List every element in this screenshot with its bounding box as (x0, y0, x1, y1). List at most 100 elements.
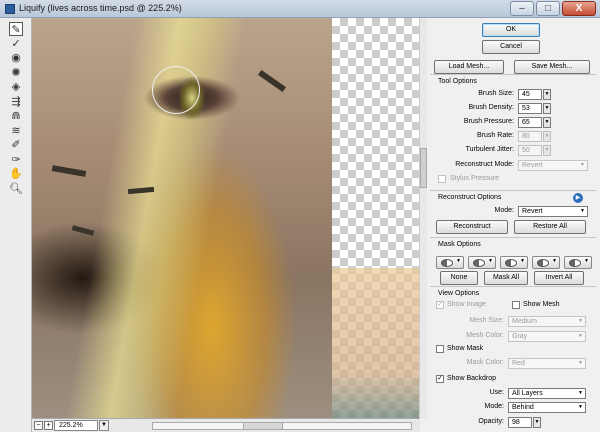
brush-density-label: Brush Density: (468, 104, 514, 111)
zoom-in-button[interactable]: + (44, 421, 53, 430)
mask-intersect-icon (537, 259, 549, 267)
mask-none-button[interactable]: None (440, 271, 478, 285)
brush-size-label: Brush Size: (478, 90, 514, 97)
reconstruct-options-mode-select[interactable]: Revert ▼ (518, 206, 588, 217)
push-left-tool-icon[interactable]: ⇶ (9, 95, 23, 109)
zoom-level-field[interactable]: 225.2% (54, 420, 98, 431)
show-mask-label: Show Mask (447, 345, 484, 352)
brush-rate-dropdown[interactable]: ▼ (543, 131, 551, 142)
pucker-tool-icon[interactable]: ✺ (9, 66, 23, 80)
backdrop-layer (332, 268, 420, 418)
bloat-tool-icon[interactable]: ◈ (9, 80, 23, 94)
brush-density-dropdown[interactable]: ▼ (543, 103, 551, 114)
backdrop-opacity-dropdown[interactable]: ▼ (533, 417, 541, 428)
backdrop-mode-select[interactable]: Behind ▼ (508, 402, 586, 413)
brush-cursor (152, 66, 200, 114)
restore-all-button[interactable]: Restore All (514, 220, 586, 234)
turbulent-jitter-dropdown[interactable]: ▼ (543, 145, 551, 156)
show-image-checkbox[interactable]: ✓ (436, 301, 444, 309)
maximize-button[interactable]: □ (536, 1, 560, 16)
chevron-down-icon: ▼ (552, 258, 557, 264)
title-bar[interactable]: Liquify (lives across time.psd @ 225.2%)… (0, 0, 600, 18)
hand-tool-icon[interactable]: ✋ (9, 167, 23, 181)
backdrop-mode-value: Behind (512, 404, 534, 411)
stylus-pressure-checkbox[interactable] (438, 175, 446, 183)
close-button[interactable]: X (562, 1, 596, 16)
chevron-down-icon: ▼ (578, 390, 583, 396)
mesh-color-value: Gray (512, 333, 528, 340)
brush-size-input[interactable]: 45 (518, 89, 542, 100)
reconstruct-mode-label: Reconstruct Mode: (455, 161, 514, 168)
invert-all-button[interactable]: Invert All (534, 271, 584, 285)
chevron-down-icon: ▼ (580, 208, 585, 214)
brush-size-dropdown[interactable]: ▼ (543, 89, 551, 100)
chevron-down-icon: ▼ (578, 318, 583, 324)
mesh-color-label: Mesh Color: (466, 332, 504, 339)
mask-color-select[interactable]: Red ▼ (508, 358, 586, 369)
horizontal-scrollbar[interactable] (152, 422, 412, 430)
load-mesh-button[interactable]: Load Mesh... (434, 60, 504, 74)
ok-button[interactable]: OK (482, 23, 540, 37)
mesh-color-select[interactable]: Gray ▼ (508, 331, 586, 342)
replace-selection-mask-button[interactable]: ▼ (436, 256, 464, 269)
brush-density-input[interactable]: 53 (518, 103, 542, 114)
reconstruct-options-mode-value: Revert (522, 208, 543, 215)
backdrop-mode-label: Mode: (484, 403, 504, 410)
subtract-from-selection-mask-button[interactable]: ▼ (500, 256, 528, 269)
minimize-button[interactable]: – (510, 1, 534, 16)
zoom-dropdown[interactable]: ▼ (99, 420, 109, 431)
reconstruct-tool-icon[interactable]: ✓ (9, 37, 23, 51)
freeze-mask-tool-icon[interactable]: ✐ (9, 138, 23, 152)
brush-rate-input[interactable]: 80 (518, 131, 542, 142)
intersect-selection-mask-button[interactable]: ▼ (532, 256, 560, 269)
mirror-tool-icon[interactable]: ⋒ (9, 109, 23, 123)
mask-add-icon (473, 259, 485, 267)
mesh-size-label: Mesh Size: (469, 317, 504, 324)
vertical-scrollbar[interactable] (419, 18, 427, 418)
add-to-selection-mask-button[interactable]: ▼ (468, 256, 496, 269)
section-title: View Options (438, 290, 480, 297)
reconstruct-mode-label-2: Mode: (494, 207, 514, 214)
forward-warp-tool-icon[interactable]: ✎ (9, 22, 23, 36)
mask-invert-icon (569, 259, 581, 267)
horizontal-scroll-thumb[interactable] (243, 423, 283, 429)
reconstruct-mode-value: Revert (522, 162, 543, 169)
reconstruct-button[interactable]: Reconstruct (436, 220, 508, 234)
mask-replace-icon (441, 259, 453, 267)
save-mesh-button[interactable]: Save Mesh... (514, 60, 590, 74)
turbulence-tool-icon[interactable]: ≋ (9, 124, 23, 138)
vertical-scroll-thumb[interactable] (420, 148, 427, 188)
show-backdrop-label: Show Backdrop (447, 375, 497, 382)
show-mask-checkbox[interactable] (436, 345, 444, 353)
backdrop-use-select[interactable]: All Layers ▼ (508, 388, 586, 399)
show-backdrop-checkbox[interactable]: ✓ (436, 375, 444, 383)
mask-all-button[interactable]: Mask All (484, 271, 528, 285)
invert-selection-mask-button[interactable]: ▼ (564, 256, 592, 269)
show-mesh-label: Show Mesh (523, 301, 560, 308)
status-bar: − + 225.2% ▼ (32, 418, 420, 432)
show-mesh-checkbox[interactable] (512, 301, 520, 309)
mesh-size-select[interactable]: Medium ▼ (508, 316, 586, 327)
twirl-tool-icon[interactable]: ◉ (9, 51, 23, 65)
window-title: Liquify (lives across time.psd @ 225.2%) (19, 3, 182, 13)
chevron-down-icon: ▼ (520, 258, 525, 264)
backdrop-opacity-input[interactable]: 98 (508, 417, 532, 428)
zoom-tool-icon[interactable]: 🔍︎ (9, 182, 23, 196)
mesh-size-value: Medium (512, 318, 537, 325)
cancel-button[interactable]: Cancel (482, 40, 540, 54)
backdrop-use-value: All Layers (512, 390, 543, 397)
brush-pressure-dropdown[interactable]: ▼ (543, 117, 551, 128)
chevron-down-icon: ▼ (578, 333, 583, 339)
section-title: Reconstruct Options (438, 194, 502, 201)
section-title: Mask Options (438, 241, 481, 248)
brush-rate-label: Brush Rate: (477, 132, 514, 139)
brush-pressure-label: Brush Pressure: (463, 118, 514, 125)
turbulent-jitter-input[interactable]: 50 (518, 145, 542, 156)
thaw-mask-tool-icon[interactable]: ✑ (9, 153, 23, 167)
chevron-down-icon: ▼ (578, 404, 583, 410)
info-arrow-icon[interactable]: ▶ (573, 193, 583, 203)
reconstruct-mode-select[interactable]: Revert ▼ (518, 160, 588, 171)
brush-pressure-input[interactable]: 65 (518, 117, 542, 128)
zoom-out-button[interactable]: − (34, 421, 43, 430)
preview-canvas[interactable] (32, 18, 420, 418)
